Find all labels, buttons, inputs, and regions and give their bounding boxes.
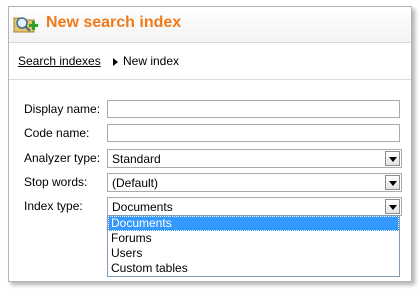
chevron-down-icon[interactable] bbox=[385, 175, 400, 190]
index-type-value: Documents bbox=[112, 200, 173, 214]
search-add-icon bbox=[13, 12, 39, 36]
stop-words-value: (Default) bbox=[112, 176, 159, 190]
display-name-input[interactable] bbox=[107, 100, 400, 118]
code-name-input[interactable] bbox=[107, 124, 400, 142]
index-type-option-users[interactable]: Users bbox=[108, 246, 399, 261]
dialog-frame: New search index Search indexes New inde… bbox=[8, 6, 412, 282]
index-type-label: Index type: bbox=[24, 199, 83, 213]
analyzer-type-select[interactable]: Standard bbox=[107, 149, 402, 168]
analyzer-type-label: Analyzer type: bbox=[24, 151, 101, 165]
index-type-option-documents[interactable]: Documents bbox=[108, 216, 399, 231]
analyzer-type-value: Standard bbox=[112, 152, 161, 166]
display-name-label: Display name: bbox=[24, 102, 101, 116]
stop-words-select[interactable]: (Default) bbox=[107, 173, 402, 192]
index-type-select[interactable]: Documents bbox=[107, 197, 402, 216]
title-bar: New search index bbox=[9, 7, 411, 43]
breadcrumb-current: New index bbox=[123, 54, 180, 68]
breadcrumb-link-search-indexes[interactable]: Search indexes bbox=[18, 54, 101, 68]
page-title: New search index bbox=[46, 14, 182, 31]
chevron-down-icon[interactable] bbox=[385, 199, 400, 214]
index-type-option-forums[interactable]: Forums bbox=[108, 231, 399, 246]
index-type-option-custom-tables[interactable]: Custom tables bbox=[108, 261, 399, 276]
breadcrumb: Search indexes New index bbox=[9, 43, 411, 80]
stop-words-label: Stop words: bbox=[24, 175, 88, 189]
breadcrumb-arrow-icon bbox=[113, 58, 118, 66]
chevron-down-icon[interactable] bbox=[385, 151, 400, 166]
index-type-dropdown-list: Documents Forums Users Custom tables bbox=[107, 215, 400, 277]
code-name-label: Code name: bbox=[24, 126, 90, 140]
